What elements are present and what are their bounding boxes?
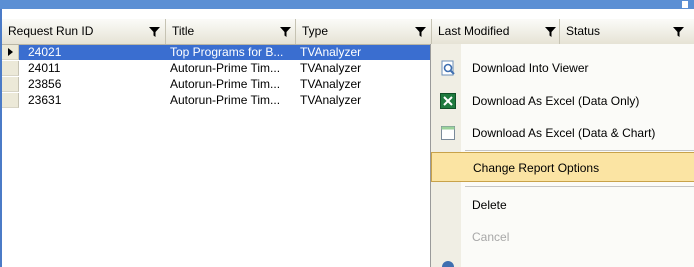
- menu-item-label: Download As Excel (Data Only): [472, 94, 640, 108]
- menu-item-download-excel-data-chart[interactable]: Download As Excel (Data & Chart): [431, 118, 694, 148]
- context-menu: Download Into Viewer Download As Excel (…: [430, 44, 694, 267]
- viewer-icon: [441, 60, 455, 76]
- cell-title: Top Programs for B...: [170, 45, 284, 59]
- cell-title: Autorun-Prime Tim...: [170, 61, 281, 75]
- column-header-type[interactable]: Type: [296, 19, 432, 44]
- menu-item-label: Delete: [472, 198, 507, 212]
- filter-icon[interactable]: [415, 27, 426, 37]
- column-label: Status: [566, 24, 601, 38]
- column-header-last-modified[interactable]: Last Modified: [432, 19, 560, 44]
- filter-icon[interactable]: [673, 27, 684, 37]
- window-title-bar: [0, 0, 694, 9]
- column-label: Type: [302, 24, 329, 38]
- cell-title: Autorun-Prime Tim...: [170, 93, 281, 107]
- row-selector[interactable]: [2, 77, 19, 92]
- table-row[interactable]: 23856 Autorun-Prime Tim... TVAnalyzer: [2, 77, 432, 92]
- row-selector[interactable]: [2, 93, 19, 108]
- column-header-title[interactable]: Title: [166, 19, 296, 44]
- menu-separator: [465, 186, 694, 187]
- cell-request-run-id: 23631: [28, 93, 62, 107]
- menu-separator: [465, 150, 694, 151]
- cell-request-run-id: 23856: [28, 77, 62, 91]
- menu-item-change-report-options[interactable]: Change Report Options: [431, 152, 694, 182]
- table-row[interactable]: 24011 Autorun-Prime Tim... TVAnalyzer: [2, 61, 432, 76]
- row-selector[interactable]: [2, 61, 19, 76]
- column-label: Title: [172, 24, 195, 38]
- row-selector[interactable]: [2, 45, 19, 60]
- menu-item-download-into-viewer[interactable]: Download Into Viewer: [431, 53, 694, 83]
- partial-menu-icon: [442, 261, 454, 267]
- menu-item-label: Download As Excel (Data & Chart): [472, 126, 656, 140]
- window-corner: [682, 1, 688, 8]
- table-row[interactable]: 24021 Top Programs for B... TVAnalyzer: [2, 45, 432, 60]
- cell-type: TVAnalyzer: [300, 45, 362, 59]
- filter-icon[interactable]: [280, 27, 291, 37]
- column-header-status[interactable]: Status: [560, 19, 694, 44]
- menu-item-download-excel-data-only[interactable]: Download As Excel (Data Only): [431, 86, 694, 116]
- filter-icon[interactable]: [149, 27, 160, 37]
- cell-title: Autorun-Prime Tim...: [170, 77, 281, 91]
- table-row[interactable]: 23631 Autorun-Prime Tim... TVAnalyzer: [2, 93, 432, 108]
- column-label: Request Run ID: [8, 24, 94, 38]
- grid-header: Request Run ID Title Type Last Modified …: [2, 19, 694, 45]
- column-label: Last Modified: [438, 24, 510, 38]
- cell-type: TVAnalyzer: [300, 61, 362, 75]
- menu-item-delete[interactable]: Delete: [431, 190, 694, 220]
- menu-item-label: Cancel: [472, 230, 510, 244]
- cell-type: TVAnalyzer: [300, 77, 362, 91]
- chart-icon: [441, 126, 455, 140]
- column-header-request-run-id[interactable]: Request Run ID: [2, 19, 166, 44]
- menu-item-label: Change Report Options: [473, 161, 600, 175]
- menu-item-cancel: Cancel: [431, 222, 694, 252]
- cell-request-run-id: 24011: [28, 61, 61, 75]
- filter-icon[interactable]: [545, 27, 556, 37]
- cell-request-run-id: 24021: [28, 45, 62, 59]
- cell-type: TVAnalyzer: [300, 93, 362, 107]
- menu-item-label: Download Into Viewer: [472, 61, 589, 75]
- excel-icon: [440, 93, 456, 109]
